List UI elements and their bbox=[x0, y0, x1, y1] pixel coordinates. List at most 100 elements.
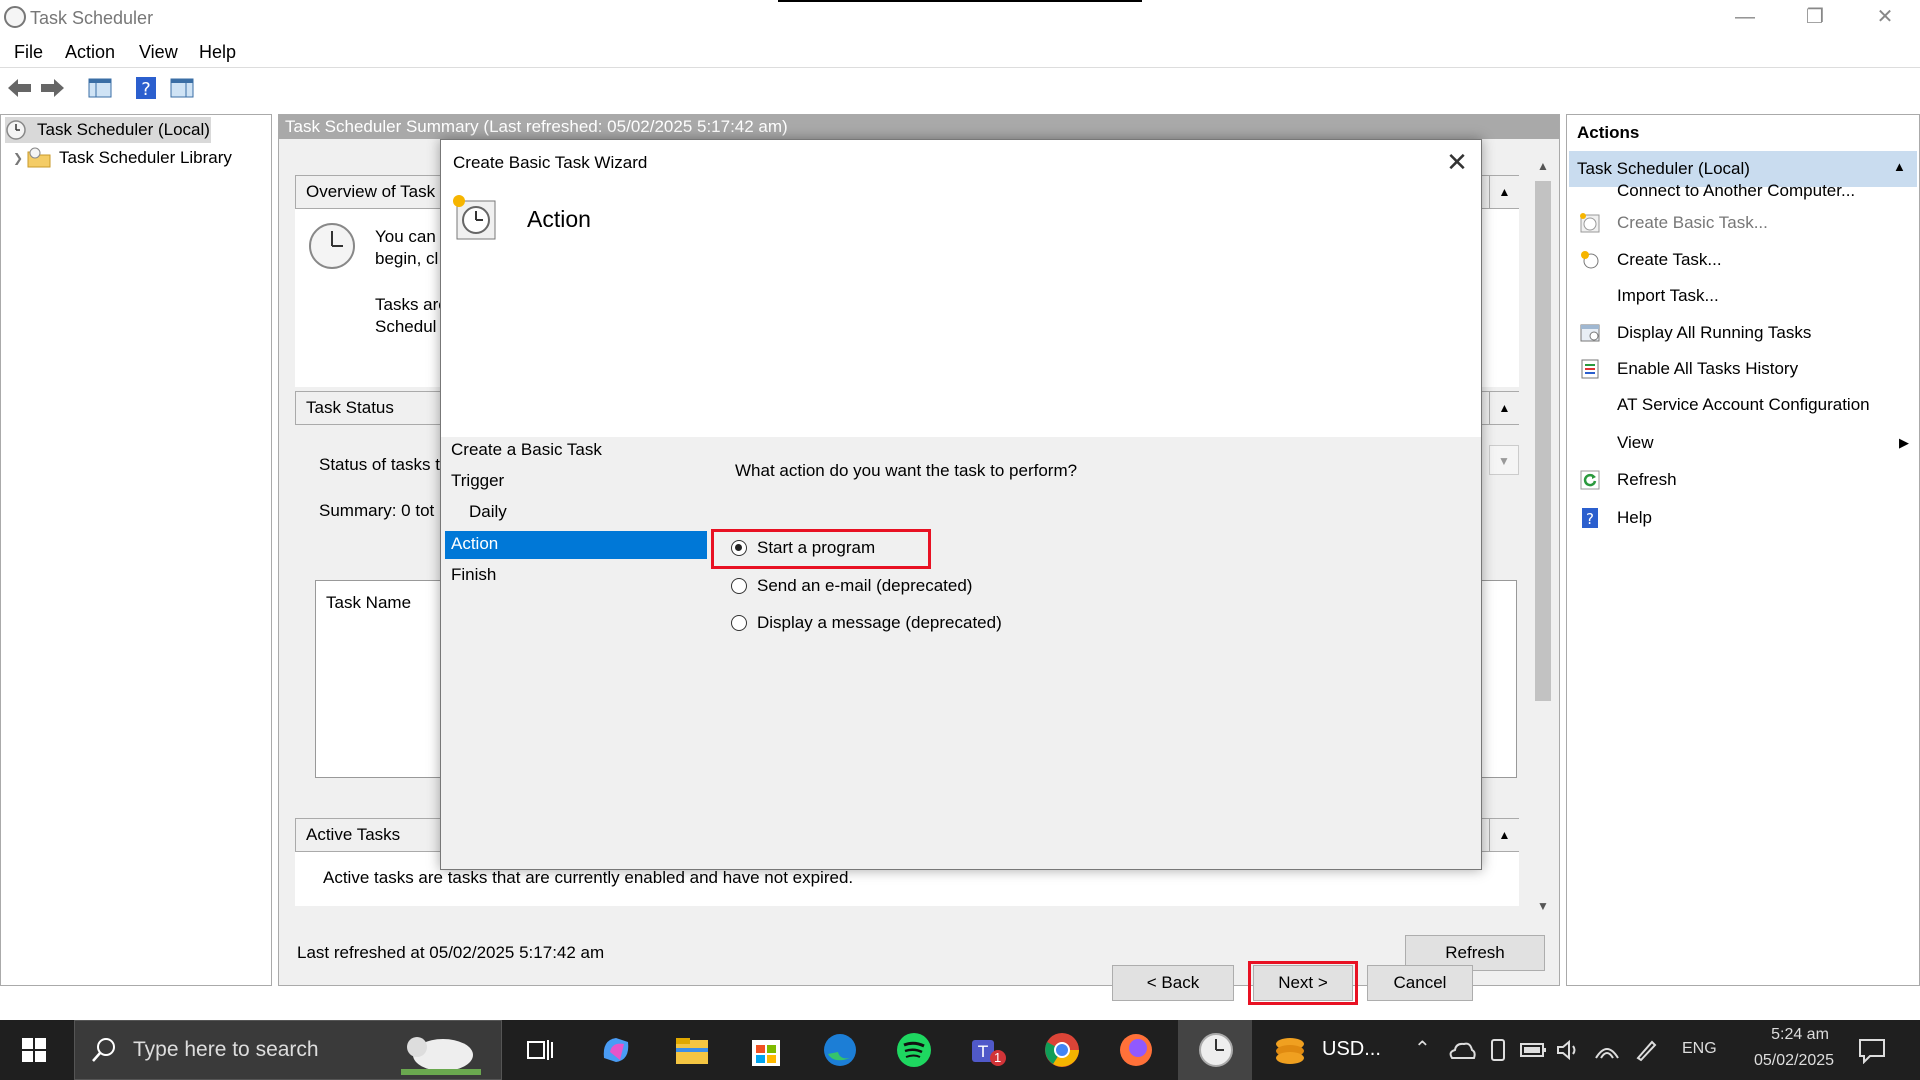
action-import-task[interactable]: Import Task... bbox=[1567, 278, 1919, 314]
chrome-icon[interactable] bbox=[1042, 1030, 1082, 1070]
wifi-icon[interactable] bbox=[1594, 1038, 1620, 1062]
action-at-service-account-configuration[interactable]: AT Service Account Configuration bbox=[1567, 387, 1919, 423]
usd-coin-icon[interactable] bbox=[1270, 1030, 1310, 1070]
menu-view[interactable]: View bbox=[139, 42, 178, 63]
active-tasks-collapse-button[interactable]: ▲ bbox=[1489, 819, 1519, 851]
action-help[interactable]: ? Help bbox=[1567, 500, 1919, 536]
task-status-title: Task Status bbox=[306, 398, 394, 417]
device-icon[interactable] bbox=[1488, 1038, 1508, 1062]
pen-icon[interactable] bbox=[1634, 1038, 1658, 1062]
action-label: Create Basic Task... bbox=[1617, 213, 1768, 232]
spotify-icon[interactable] bbox=[894, 1030, 934, 1070]
minimize-button[interactable]: — bbox=[1710, 0, 1780, 36]
option-start-program-label: Start a program bbox=[757, 538, 876, 557]
summary-scrollbar[interactable]: ▲ ▼ bbox=[1531, 159, 1555, 919]
running-tasks-icon bbox=[1579, 322, 1601, 344]
wizard-body-area: Create a Basic Task Trigger Daily Action… bbox=[441, 437, 1481, 1005]
teams-badge: 1 bbox=[994, 1050, 1002, 1065]
edge-icon[interactable] bbox=[820, 1030, 860, 1070]
collapse-up-icon[interactable]: ▲ bbox=[1893, 159, 1906, 174]
status-period-dropdown[interactable]: ▼ bbox=[1489, 445, 1519, 475]
action-enable-all-tasks-history[interactable]: Enable All Tasks History bbox=[1567, 351, 1919, 387]
actions-pane: Actions Task Scheduler (Local) ▲ Connect… bbox=[1566, 114, 1920, 986]
clock-time[interactable]: 5:24 am bbox=[1750, 1026, 1850, 1044]
toolbar: ? bbox=[0, 70, 1920, 108]
restore-button[interactable]: ❐ bbox=[1780, 0, 1850, 36]
menu-file[interactable]: File bbox=[14, 42, 43, 63]
search-placeholder: Type here to search bbox=[133, 1038, 319, 1061]
option-display-message-label: Display a message (deprecated) bbox=[757, 613, 1002, 632]
notification-center-icon[interactable] bbox=[1858, 1038, 1886, 1064]
usd-label[interactable]: USD... bbox=[1322, 1038, 1381, 1061]
overview-collapse-button[interactable]: ▲ bbox=[1489, 176, 1519, 208]
action-view[interactable]: View ▶ bbox=[1567, 425, 1919, 461]
dialog-close-button[interactable]: ✕ bbox=[1437, 144, 1477, 180]
radio-start-program[interactable] bbox=[731, 540, 747, 556]
battery-icon[interactable] bbox=[1520, 1040, 1548, 1060]
tree-item-local[interactable]: Task Scheduler (Local) bbox=[5, 117, 211, 143]
action-create-basic-task[interactable]: Create Basic Task... bbox=[1567, 205, 1919, 241]
windows-start-icon[interactable] bbox=[22, 1038, 46, 1062]
action-question: What action do you want the task to perf… bbox=[735, 461, 1078, 480]
onedrive-icon[interactable] bbox=[1448, 1038, 1476, 1062]
forward-arrow-icon[interactable] bbox=[38, 74, 66, 102]
scroll-down-arrow-icon[interactable]: ▼ bbox=[1531, 899, 1555, 919]
next-button[interactable]: Next > bbox=[1253, 965, 1353, 1001]
action-create-task[interactable]: Create Task... bbox=[1567, 242, 1919, 278]
cancel-button[interactable]: Cancel bbox=[1367, 965, 1473, 1001]
task-scheduler-taskbar-icon bbox=[1199, 1033, 1233, 1067]
close-window-button[interactable]: ✕ bbox=[1850, 0, 1920, 36]
action-connect-to-another-computer[interactable]: Connect to Another Computer... bbox=[1567, 173, 1919, 209]
back-arrow-icon[interactable] bbox=[6, 74, 34, 102]
console-tree: Task Scheduler (Local) ❯ Task Scheduler … bbox=[0, 114, 272, 986]
option-send-email-label: Send an e-mail (deprecated) bbox=[757, 576, 973, 595]
taskbar-search-box[interactable]: Type here to search bbox=[74, 1020, 502, 1080]
action-display-all-running-tasks[interactable]: Display All Running Tasks bbox=[1567, 315, 1919, 351]
menu-bar: File Action View Help bbox=[0, 36, 1920, 68]
scrollbar-thumb[interactable] bbox=[1535, 181, 1551, 701]
blank-icon-spacer bbox=[1579, 432, 1601, 454]
menu-action[interactable]: Action bbox=[65, 42, 115, 63]
action-label: Import Task... bbox=[1617, 286, 1719, 305]
help-toolbar-icon[interactable]: ? bbox=[132, 74, 160, 102]
blank-icon-spacer bbox=[1579, 394, 1601, 416]
option-start-program[interactable]: Start a program bbox=[731, 538, 875, 558]
back-button[interactable]: < Back bbox=[1112, 965, 1234, 1001]
task-scheduler-taskbar-button[interactable] bbox=[1178, 1020, 1252, 1080]
summary-header: Task Scheduler Summary (Last refreshed: … bbox=[279, 115, 1559, 139]
search-icon bbox=[92, 1038, 115, 1062]
step-action-selected: Action bbox=[445, 531, 707, 559]
action-label: Enable All Tasks History bbox=[1617, 359, 1799, 378]
language-indicator[interactable]: ENG bbox=[1682, 1040, 1717, 1058]
volume-icon[interactable] bbox=[1556, 1038, 1582, 1062]
create-basic-task-icon bbox=[1579, 212, 1601, 234]
task-status-collapse-button[interactable]: ▲ bbox=[1489, 392, 1519, 424]
radio-send-email[interactable] bbox=[731, 578, 747, 594]
teams-icon[interactable]: T bbox=[968, 1030, 1008, 1070]
file-explorer-icon[interactable] bbox=[672, 1030, 712, 1070]
action-pane-icon[interactable] bbox=[168, 74, 196, 102]
show-hidden-icons-chevron-icon[interactable]: ⌃ bbox=[1414, 1036, 1431, 1061]
console-tree-icon[interactable] bbox=[86, 74, 114, 102]
tree-item-library[interactable]: ❯ Task Scheduler Library bbox=[13, 145, 253, 171]
tree-item-local-label: Task Scheduler (Local) bbox=[37, 120, 210, 139]
task-view-icon[interactable] bbox=[520, 1030, 560, 1070]
submenu-arrow-icon: ▶ bbox=[1899, 435, 1909, 450]
scroll-up-arrow-icon[interactable]: ▲ bbox=[1531, 159, 1555, 179]
taskbar: Type here to search T 1 USD... ⌃ ENG 5:2… bbox=[0, 1020, 1920, 1080]
action-refresh[interactable]: Refresh bbox=[1567, 462, 1919, 498]
task-name-column-header[interactable]: Task Name bbox=[326, 593, 411, 613]
firefox-icon[interactable] bbox=[1116, 1030, 1156, 1070]
action-label: Connect to Another Computer... bbox=[1617, 181, 1856, 200]
copilot-icon[interactable] bbox=[596, 1030, 636, 1070]
microsoft-store-icon[interactable] bbox=[746, 1030, 786, 1070]
menu-help[interactable]: Help bbox=[199, 42, 236, 63]
option-send-email[interactable]: Send an e-mail (deprecated) bbox=[731, 576, 972, 596]
wizard-heading: Action bbox=[527, 206, 591, 232]
step-trigger: Trigger bbox=[451, 471, 505, 490]
expand-chevron-icon[interactable]: ❯ bbox=[13, 151, 27, 165]
option-display-message[interactable]: Display a message (deprecated) bbox=[731, 613, 1002, 633]
clock-date[interactable]: 05/02/2025 bbox=[1734, 1052, 1854, 1070]
svg-text:?: ? bbox=[141, 79, 151, 100]
radio-display-message[interactable] bbox=[731, 615, 747, 631]
